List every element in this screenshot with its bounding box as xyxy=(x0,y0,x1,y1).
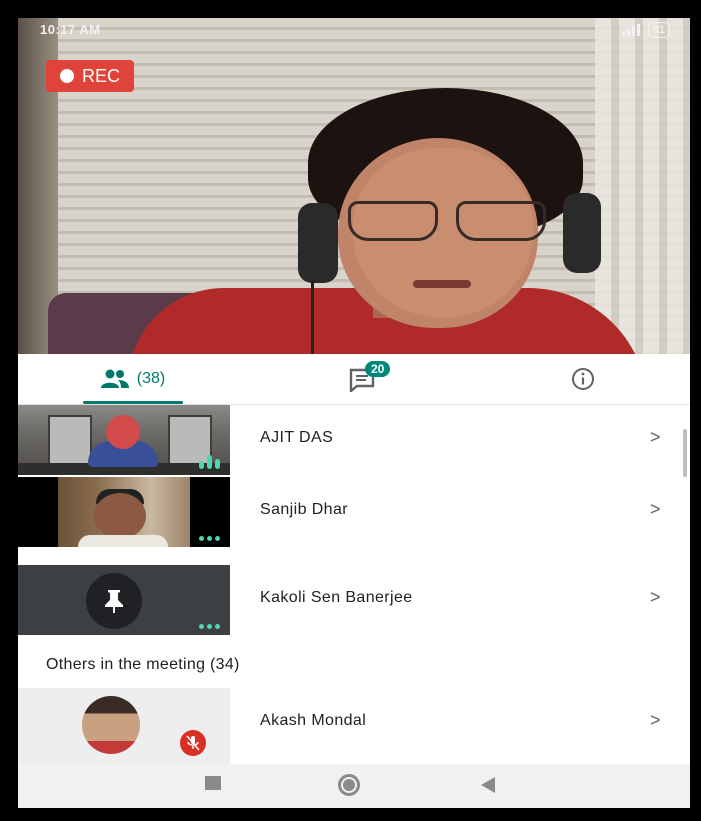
chevron-right-icon[interactable]: > xyxy=(650,587,661,608)
tab-people[interactable]: (38) xyxy=(73,354,193,404)
participant-video-tile xyxy=(18,477,230,547)
chevron-right-icon[interactable]: > xyxy=(650,710,661,731)
headphone-right xyxy=(563,193,601,273)
tab-info[interactable] xyxy=(543,354,623,404)
back-icon[interactable] xyxy=(481,777,495,793)
recents-icon[interactable] xyxy=(205,776,221,790)
meet-screen: 10:17 AM 81 REC (38) 20 AJIT DAS > Sanji… xyxy=(18,18,690,808)
participant-name: Akash Mondal xyxy=(260,712,367,729)
participant-row[interactable]: AJIT DAS > xyxy=(18,405,690,475)
android-nav-bar xyxy=(18,764,690,808)
participant-list: AJIT DAS > Sanjib Dhar > Kakoli Sen Bane… xyxy=(18,405,690,775)
people-count: (38) xyxy=(136,370,166,387)
chat-badge: 20 xyxy=(365,361,391,377)
participant-name: Sanjib Dhar xyxy=(260,501,349,518)
participant-video-tile xyxy=(18,565,230,635)
pin-icon xyxy=(105,590,123,613)
chevron-right-icon[interactable]: > xyxy=(650,427,661,448)
participant-name: Kakoli Sen Banerjee xyxy=(260,589,413,606)
home-icon[interactable] xyxy=(338,774,360,796)
audio-idle-icon xyxy=(199,536,220,541)
signal-icon xyxy=(621,24,640,36)
status-time: 10:17 AM xyxy=(40,22,101,37)
recording-label: REC xyxy=(81,65,120,86)
glasses xyxy=(348,201,548,241)
participant-avatar xyxy=(82,696,140,754)
main-video-feed[interactable]: 10:17 AM 81 REC xyxy=(18,18,690,354)
participant-avatar xyxy=(86,573,142,629)
chevron-right-icon[interactable]: > xyxy=(650,499,661,520)
headphone-left xyxy=(298,203,338,283)
people-icon xyxy=(100,369,129,388)
participant-video-tile xyxy=(18,405,230,475)
list-scrollbar[interactable] xyxy=(683,429,687,477)
active-tab-indicator xyxy=(83,401,183,404)
mic-off-icon xyxy=(180,730,206,756)
participant-row[interactable]: Akash Mondal > xyxy=(18,688,690,775)
audio-idle-icon xyxy=(199,624,220,629)
tab-chat[interactable]: 20 xyxy=(323,354,403,404)
info-icon xyxy=(572,368,594,390)
participant-avatar-tile xyxy=(18,688,230,775)
audio-level-icon xyxy=(199,455,220,469)
battery-icon: 81 xyxy=(647,22,670,38)
participant-row[interactable]: Kakoli Sen Banerjee > xyxy=(18,565,690,635)
others-section-title: Others in the meeting (34) xyxy=(46,656,240,673)
participant-name: AJIT DAS xyxy=(260,429,334,446)
recording-badge: REC xyxy=(46,60,134,92)
meeting-tabs: (38) 20 xyxy=(18,354,690,405)
record-dot-icon xyxy=(59,69,74,83)
status-bar: 10:17 AM 81 xyxy=(18,18,690,42)
participant-row[interactable]: Sanjib Dhar > xyxy=(18,477,690,547)
